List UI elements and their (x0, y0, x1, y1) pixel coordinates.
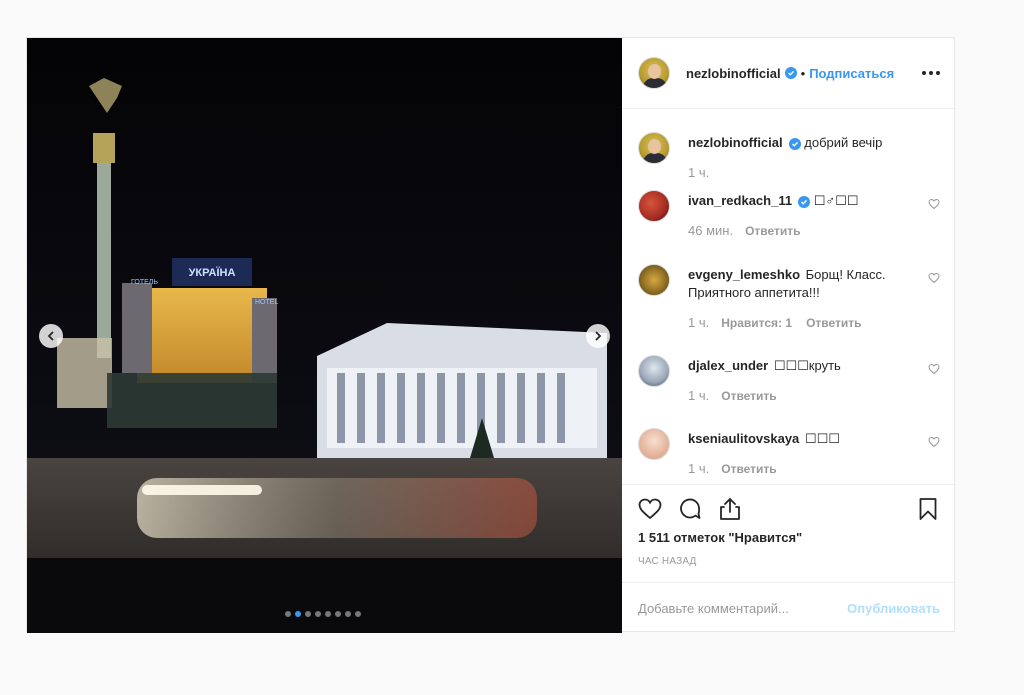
post-actions: 1 511 отметок "Нравится" ЧАС НАЗАД (622, 484, 956, 582)
post-header: nezlobinofficial • Подписаться (622, 38, 956, 109)
add-comment-form: Опубликовать (622, 582, 956, 633)
bookmark-icon[interactable] (916, 497, 940, 521)
caption-time: 1 ч. (688, 165, 710, 180)
heart-icon[interactable] (638, 497, 662, 521)
carousel-dot (315, 611, 321, 617)
author-username[interactable]: nezlobinofficial (686, 66, 781, 81)
post-card: УКРАЇНА ГОТЕЛЬ HOTEL nezlobinofficial • … (26, 37, 956, 633)
comments-list[interactable]: nezlobinofficial добрий вечір 1 ч. ivan_… (622, 110, 956, 484)
verified-icon (784, 67, 797, 79)
comment-time: 1 ч. (688, 461, 710, 476)
comment-time: 1 ч. (688, 388, 710, 403)
hotel-sign-left: ГОТЕЛЬ (131, 279, 158, 286)
comment-username[interactable]: kseniaulitovskaya (688, 431, 799, 446)
comment-likes[interactable]: Нравится: 1 (721, 314, 792, 332)
comment-item: evgeny_lemeshko Борщ! Класс. Приятного а… (638, 264, 940, 332)
follow-button[interactable]: Подписаться (809, 66, 894, 81)
chevron-right-icon (595, 331, 602, 341)
carousel-dot (345, 611, 351, 617)
verified-icon (798, 196, 811, 208)
comment-item: kseniaulitovskaya ☐☐☐ 1 ч. Ответить (638, 428, 940, 478)
share-icon[interactable] (718, 497, 742, 521)
header-separator: • (800, 65, 806, 81)
comment-icon[interactable] (678, 497, 702, 521)
carousel-next-button[interactable] (586, 324, 610, 348)
comment-username[interactable]: ivan_redkach_11 (688, 193, 792, 208)
verified-icon (788, 138, 801, 150)
author-avatar[interactable] (638, 57, 670, 89)
comment-item: djalex_under ☐☐☐круть 1 ч. Ответить (638, 355, 940, 405)
comment-text: ☐☐☐круть (773, 358, 841, 373)
comment-username[interactable]: evgeny_lemeshko (688, 267, 800, 282)
reply-button[interactable]: Ответить (721, 387, 776, 405)
comment-text: ☐☐☐ (804, 431, 840, 446)
post-sidebar: nezlobinofficial • Подписаться nezlobino… (622, 38, 956, 633)
post-photo[interactable]: УКРАЇНА ГОТЕЛЬ HOTEL (27, 38, 622, 633)
commenter-avatar[interactable] (638, 355, 670, 387)
like-comment-icon[interactable] (928, 272, 940, 284)
commenter-avatar[interactable] (638, 264, 670, 296)
hotel-sign: УКРАЇНА (189, 266, 236, 279)
caption-text: добрий вечір (804, 135, 883, 150)
commenter-avatar[interactable] (638, 428, 670, 460)
post-timestamp[interactable]: ЧАС НАЗАД (638, 556, 697, 567)
comment-username[interactable]: djalex_under (688, 358, 768, 373)
caption-username[interactable]: nezlobinofficial (688, 135, 783, 150)
carousel-dot (325, 611, 331, 617)
comment-time: 46 мин. (688, 223, 734, 238)
carousel-dot (305, 611, 311, 617)
caption-avatar[interactable] (638, 132, 670, 164)
carousel-dot (355, 611, 361, 617)
likes-count[interactable]: 1 511 отметок "Нравится" (638, 530, 802, 545)
comment-time: 1 ч. (688, 315, 710, 330)
commenter-avatar[interactable] (638, 190, 670, 222)
like-comment-icon[interactable] (928, 436, 940, 448)
comment-input[interactable] (638, 600, 848, 616)
carousel-indicators (285, 611, 361, 617)
post-caption: nezlobinofficial добрий вечір 1 ч. (638, 132, 940, 182)
carousel-prev-button[interactable] (39, 324, 63, 348)
reply-button[interactable]: Ответить (745, 222, 800, 240)
comment-text: ☐♂☐☐ (813, 193, 859, 208)
like-comment-icon[interactable] (928, 198, 940, 210)
hotel-sign-right: HOTEL (255, 299, 278, 306)
carousel-dot (335, 611, 341, 617)
like-comment-icon[interactable] (928, 363, 940, 375)
carousel-dot (295, 611, 301, 617)
publish-button[interactable]: Опубликовать (847, 601, 940, 616)
more-options-icon[interactable] (922, 64, 940, 82)
reply-button[interactable]: Ответить (721, 460, 776, 478)
comment-item: ivan_redkach_11 ☐♂☐☐ 46 мин. Ответить (638, 190, 940, 240)
reply-button[interactable]: Ответить (806, 314, 861, 332)
night-city-photo: УКРАЇНА ГОТЕЛЬ HOTEL (27, 38, 622, 633)
carousel-dot (285, 611, 291, 617)
chevron-left-icon (47, 331, 54, 341)
